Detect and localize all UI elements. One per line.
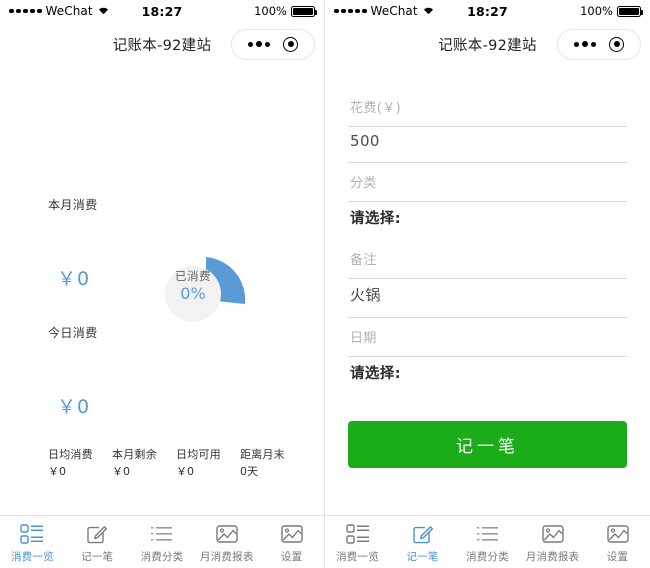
donut-center-text: 已消费 0% [165,268,221,304]
stat-item: 日均可用 ￥0 [176,447,231,480]
overview-panel: 本月消费 ￥0 今日消费 ￥0 已消费 0% 日均消费 ￥0 本月剩余 ￥0 日… [0,66,324,524]
tab-add-record[interactable]: 记一笔 [65,521,130,564]
stat-value: ￥0 [176,465,194,478]
chart-image-icon [213,521,241,547]
note-label: 备注 [348,240,627,279]
submit-area: 记一笔 [348,421,627,468]
tab-categories[interactable]: 消费分类 [130,521,195,564]
battery-percent-label: 100% [254,4,287,18]
amount-field-group: 花费(￥) 500 [348,88,627,163]
today-spend-label: 今日消费 [48,326,98,340]
tab-overview[interactable]: 消费一览 [0,521,65,564]
list-icon [18,521,46,547]
stat-name: 本月剩余 [112,448,157,461]
spend-progress-donut: 已消费 0% [157,252,253,334]
month-spend-amount: ￥0 [57,268,91,290]
target-circle-icon[interactable] [283,36,299,52]
month-spend-label: 本月消费 [48,198,98,212]
tab-settings[interactable]: 设置 [585,521,650,564]
status-bar-battery-group: 100% [254,4,318,18]
tab-settings[interactable]: 设置 [259,521,324,564]
target-circle-icon[interactable] [609,36,625,52]
today-spend-amount: ￥0 [57,396,91,418]
tab-label: 月消费报表 [200,550,254,563]
chart-image-icon [539,521,567,547]
category-label: 分类 [348,163,627,202]
tab-label: 设置 [280,550,303,563]
tab-overview[interactable]: 消费一览 [325,521,390,564]
tab-label: 消费分类 [140,550,184,563]
stat-name: 距离月末 [240,448,285,461]
stat-value: 0天 [240,465,258,478]
wechat-capsule-button[interactable] [231,28,315,60]
tab-label: 设置 [606,550,629,563]
add-record-form: 花费(￥) 500 分类 请选择: 备注 火锅 日期 请选择: 记一笔 [325,66,650,468]
tab-label: 消费分类 [466,550,509,563]
stat-item: 日均消费 ￥0 [48,447,103,480]
donut-caption: 已消费 [175,269,211,283]
battery-icon [291,5,318,17]
stat-item: 距离月末 0天 [240,447,295,480]
more-dots-icon[interactable] [573,40,597,48]
tab-label: 记一笔 [81,550,114,563]
bullet-list-icon [474,521,502,547]
battery-icon [617,5,644,17]
tab-label: 消费一览 [10,550,54,563]
date-field-group: 日期 请选择: [348,318,627,395]
category-picker[interactable]: 请选择: [348,202,627,240]
edit-square-icon [83,521,111,547]
list-icon [344,521,372,547]
tab-label: 月消费报表 [525,550,580,563]
phone-screen-add-record: WeChat 18:27 100% 记账本-92建站 花费(￥) 500 分类 … [325,0,650,568]
amount-input[interactable]: 500 [348,127,627,163]
tab-label: 记一笔 [406,550,439,563]
tab-bar-left: 消费一览 记一笔 消费分类 月消费报表 设置 [0,515,324,568]
note-input[interactable]: 火锅 [348,279,627,318]
tab-label: 消费一览 [336,550,379,563]
battery-percent-label: 100% [580,4,613,18]
stat-value: ￥0 [48,465,66,478]
status-bar-battery-group: 100% [580,4,644,18]
note-field-group: 备注 火锅 [348,240,627,318]
status-bar-left: WeChat 18:27 100% [0,0,324,22]
wechat-capsule-button[interactable] [557,28,641,60]
nav-bar-right: 记账本-92建站 [325,22,650,66]
stat-item: 本月剩余 ￥0 [112,447,167,480]
tab-monthly-report[interactable]: 月消费报表 [194,521,259,564]
edit-square-icon [409,521,437,547]
nav-bar-left: 记账本-92建站 [0,22,324,66]
stat-name: 日均消费 [48,448,93,461]
date-label: 日期 [348,318,627,357]
chart-image-icon [278,521,306,547]
category-field-group: 分类 请选择: [348,163,627,240]
phone-screen-overview: WeChat 18:27 100% 记账本-92建站 本月消费 ￥0 今日消费 … [0,0,325,568]
save-record-button[interactable]: 记一笔 [348,421,627,468]
tab-monthly-report[interactable]: 月消费报表 [520,521,585,564]
donut-percent: 0% [180,284,206,303]
dual-screenshot: WeChat 18:27 100% 记账本-92建站 本月消费 ￥0 今日消费 … [0,0,650,568]
overview-stats-row: 日均消费 ￥0 本月剩余 ￥0 日均可用 ￥0 距离月末 0天 [48,447,304,480]
amount-label: 花费(￥) [348,88,627,127]
chart-image-icon [604,521,632,547]
tab-categories[interactable]: 消费分类 [455,521,520,564]
stat-name: 日均可用 [176,448,221,461]
date-picker[interactable]: 请选择: [348,357,627,395]
status-bar-right: WeChat 18:27 100% [325,0,650,22]
bullet-list-icon [148,521,176,547]
stat-value: ￥0 [112,465,130,478]
tab-add-record[interactable]: 记一笔 [390,521,455,564]
tab-bar-right: 消费一览 记一笔 消费分类 月消费报表 设置 [325,515,650,568]
more-dots-icon[interactable] [247,40,271,48]
